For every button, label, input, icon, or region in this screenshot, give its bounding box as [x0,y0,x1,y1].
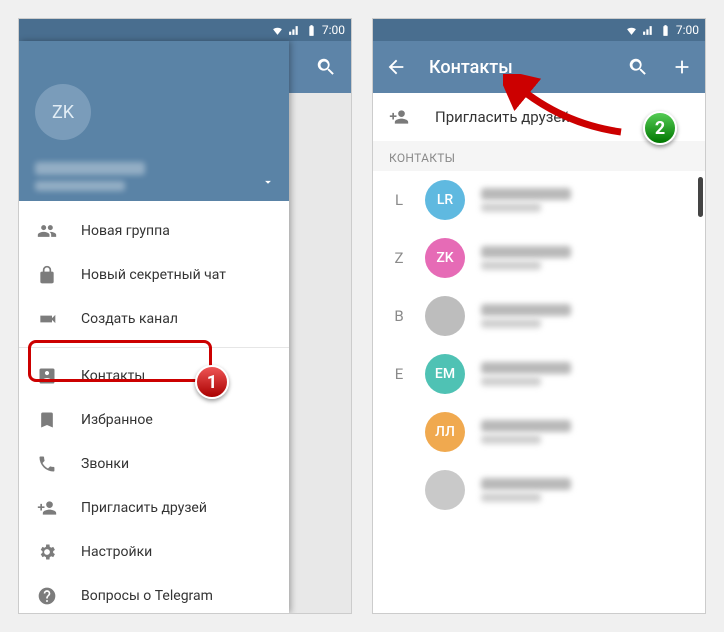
drawer-item-invite[interactable]: Пригласить друзей [19,486,289,530]
drawer-item-label: Новая группа [81,223,170,239]
drawer-item-help[interactable]: Вопросы о Telegram [19,574,289,613]
contact-name [481,304,571,316]
contact-avatar [425,296,465,336]
drawer-item-label: Вопросы о Telegram [81,588,213,604]
contact-avatar [425,470,465,510]
add-user-icon [389,107,409,127]
divider [19,347,289,348]
group-icon [37,221,57,241]
status-time: 7:00 [322,23,345,37]
contact-avatar: ZK [425,238,465,278]
drawer-item-calls[interactable]: Звонки [19,442,289,486]
megaphone-icon [37,309,57,329]
drawer-item-label: Пригласить друзей [81,500,207,516]
main-content: ZK Новая группа Новый секретный чат Созд… [19,41,351,613]
contact-icon [37,366,57,386]
navigation-drawer: ZK Новая группа Новый секретный чат Созд… [19,41,289,613]
back-icon[interactable] [385,56,407,78]
signal-icon [288,24,301,37]
callout-2: 2 [643,111,677,145]
drawer-item-label: Звонки [81,456,129,472]
contact-row[interactable]: L LR [373,171,705,229]
contact-info [481,362,689,386]
drawer-item-label: Создать канал [81,311,178,327]
contacts-list[interactable]: L LR Z ZK B E EM ЛЛ [373,171,705,613]
search-icon[interactable] [315,56,337,78]
wifi-icon [625,24,638,37]
contact-info [481,420,689,444]
drawer-item-new-secret-chat[interactable]: Новый секретный чат [19,253,289,297]
drawer-item-label: Избранное [81,412,153,428]
section-letter: L [389,191,409,209]
section-label: КОНТАКТЫ [373,141,705,171]
signal-icon [642,24,655,37]
contact-row[interactable]: ЛЛ [373,403,705,461]
contact-name [481,362,571,374]
drawer-item-settings[interactable]: Настройки [19,530,289,574]
contacts-toolbar: Контакты [373,41,705,93]
contact-avatar: EM [425,354,465,394]
section-letter: E [389,365,409,383]
drawer-header[interactable]: ZK [19,41,289,201]
section-letter: B [389,307,409,325]
contact-row[interactable]: E EM [373,345,705,403]
screenshot-left: 7:00 ZK Новая группа Новый секретный чат [18,18,352,614]
drawer-item-label: Новый секретный чат [81,267,226,283]
lock-icon [37,265,57,285]
contact-avatar: ЛЛ [425,412,465,452]
contact-name [481,188,571,200]
contact-status [481,261,541,270]
contact-status [481,203,541,212]
contact-info [481,188,689,212]
scroll-indicator[interactable] [698,177,703,217]
contact-status [481,377,541,386]
contact-row[interactable]: B [373,287,705,345]
status-time: 7:00 [676,23,699,37]
drawer-item-saved[interactable]: Избранное [19,398,289,442]
phone-icon [37,454,57,474]
wifi-icon [271,24,284,37]
add-user-icon [37,498,57,518]
search-icon[interactable] [627,56,649,78]
drawer-item-label: Контакты [81,368,145,384]
contact-avatar: LR [425,180,465,220]
status-bar: 7:00 [373,19,705,41]
drawer-item-contacts[interactable]: Контакты [19,354,289,398]
section-letter: Z [389,249,409,267]
contacts-title: Контакты [429,57,605,78]
help-icon [37,586,57,606]
contact-info [481,478,689,502]
profile-name [35,162,145,175]
bookmark-icon [37,410,57,430]
contact-info [481,304,689,328]
contact-row[interactable] [373,461,705,519]
contact-status [481,435,541,444]
add-icon[interactable] [671,56,693,78]
contact-info [481,246,689,270]
avatar[interactable]: ZK [35,84,91,140]
contact-name [481,478,571,490]
drawer-item-label: Настройки [81,544,152,560]
status-bar: 7:00 [19,19,351,41]
contact-status [481,493,541,502]
drawer-item-new-channel[interactable]: Создать канал [19,297,289,341]
battery-icon [305,24,318,37]
contact-name [481,420,571,432]
contact-status [481,319,541,328]
callout-1: 1 [195,365,229,399]
contact-row[interactable]: Z ZK [373,229,705,287]
profile-phone [35,181,125,191]
invite-label: Пригласить друзей [435,108,570,126]
drawer-list: Новая группа Новый секретный чат Создать… [19,201,289,613]
screenshot-right: 7:00 Контакты Пригласить друзей КОНТАКТЫ… [372,18,706,614]
contact-name [481,246,571,258]
gear-icon [37,542,57,562]
battery-icon [659,24,672,37]
drawer-item-new-group[interactable]: Новая группа [19,209,289,253]
chevron-down-icon[interactable] [261,175,275,189]
